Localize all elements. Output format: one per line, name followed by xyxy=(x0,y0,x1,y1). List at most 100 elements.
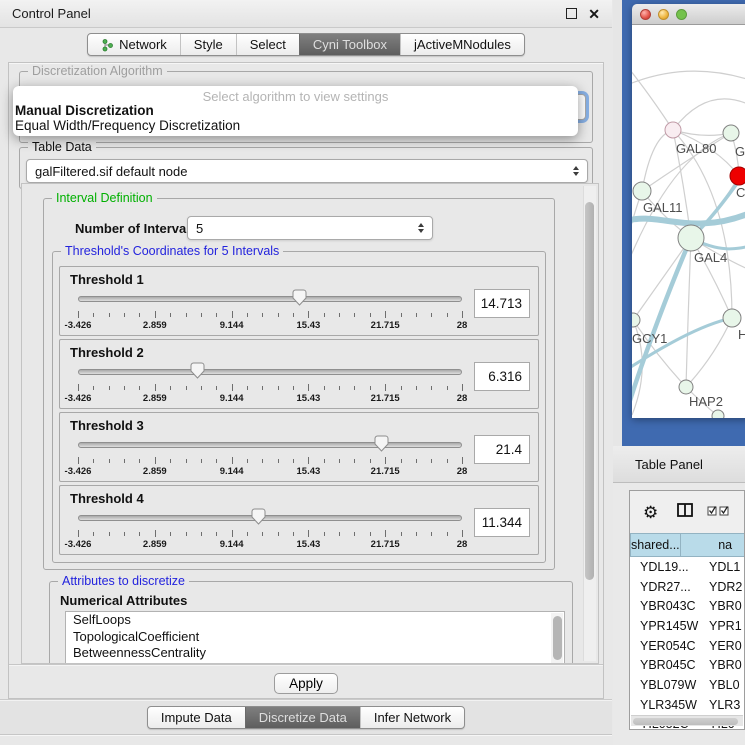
table-cell[interactable]: YER0 xyxy=(703,636,744,656)
tab-label: Style xyxy=(194,37,223,52)
table-row[interactable]: YER054CYER0 xyxy=(630,636,744,656)
threshold-value-field[interactable]: 11.344 xyxy=(474,508,530,537)
threshold-slider[interactable]: -3.4262.8599.14415.4321.71528 xyxy=(78,362,462,408)
close-icon[interactable]: ✕ xyxy=(588,9,600,19)
attribute-list-item[interactable]: TopologicalCoefficient xyxy=(66,629,564,646)
node-label: H xyxy=(738,327,745,342)
table-cell[interactable]: YDL19... xyxy=(630,557,703,577)
attribute-list-item[interactable]: SelfLoops xyxy=(66,612,564,629)
table-row[interactable]: YDL19...YDL1 xyxy=(630,557,744,577)
threshold-value-field[interactable]: 14.713 xyxy=(474,289,530,318)
table-cell[interactable]: YBL079W xyxy=(630,675,703,695)
float-window-icon[interactable] xyxy=(566,8,577,19)
network-node[interactable] xyxy=(632,313,640,327)
numerical-attributes-list[interactable]: SelfLoopsTopologicalCoefficientBetweenne… xyxy=(65,611,565,664)
network-edge[interactable] xyxy=(632,191,642,255)
table-cell[interactable]: YBR0 xyxy=(703,596,744,616)
table-panel: ⚙ xyxy=(629,490,745,730)
vertical-scrollbar-thumb[interactable] xyxy=(585,202,594,580)
checkbox-icon[interactable] xyxy=(707,503,718,521)
horizontal-scrollbar[interactable] xyxy=(631,715,743,726)
network-node[interactable] xyxy=(712,410,724,418)
gear-icon[interactable]: ⚙ xyxy=(643,504,658,521)
threshold-value-field[interactable]: 21.4 xyxy=(474,435,530,464)
tab-jactivemnodules[interactable]: jActiveMNodules xyxy=(400,34,524,55)
table-cell[interactable]: YLR345W xyxy=(630,695,703,715)
threshold-slider[interactable]: -3.4262.8599.14415.4321.71528 xyxy=(78,508,462,554)
table-cell[interactable]: YLR3 xyxy=(703,695,744,715)
node-label: C xyxy=(736,185,745,200)
table-cell[interactable]: YDR2 xyxy=(703,577,744,597)
table-cell[interactable]: YBR043C xyxy=(630,596,703,616)
dropdown-item-equal-width-frequency[interactable]: Equal Width/Frequency Discretization xyxy=(13,118,578,133)
tab-select[interactable]: Select xyxy=(236,34,299,55)
network-edge[interactable] xyxy=(686,238,691,387)
network-edge[interactable] xyxy=(632,71,745,85)
column-header-name[interactable]: na xyxy=(681,533,745,557)
network-desktop: GAL80GACGAL11GAL4GCY1HHAP2 xyxy=(622,0,745,446)
apply-button[interactable]: Apply xyxy=(274,673,338,694)
columns-icon[interactable] xyxy=(677,503,693,522)
minimize-button[interactable] xyxy=(658,9,669,20)
network-node[interactable] xyxy=(679,380,693,394)
network-node[interactable] xyxy=(723,125,739,141)
checkbox-icon[interactable] xyxy=(719,503,730,521)
network-edge[interactable] xyxy=(686,318,732,387)
network-node[interactable] xyxy=(678,225,704,251)
network-node[interactable] xyxy=(730,167,745,185)
network-node[interactable] xyxy=(723,309,741,327)
network-edge[interactable] xyxy=(642,130,673,191)
table-cell[interactable]: YBR045C xyxy=(630,655,703,675)
list-scrollbar[interactable] xyxy=(551,613,563,664)
slider-thumb[interactable] xyxy=(251,508,266,525)
table-cell[interactable]: YBL0 xyxy=(703,675,744,695)
network-window-titlebar xyxy=(632,4,745,25)
tab-cyni-toolbox[interactable]: Cyni Toolbox xyxy=(299,34,400,55)
zoom-button[interactable] xyxy=(676,9,687,20)
dropdown-item-manual-discretization[interactable]: Manual Discretization xyxy=(13,103,578,118)
threshold-slider[interactable]: -3.4262.8599.14415.4321.71528 xyxy=(78,289,462,335)
threshold-value-field[interactable]: 6.316 xyxy=(474,362,530,391)
table-cell[interactable]: YER054C xyxy=(630,636,703,656)
table-data-select[interactable]: galFiltered.sif default node xyxy=(26,159,588,183)
tab-impute-data[interactable]: Impute Data xyxy=(148,707,245,728)
network-edge[interactable] xyxy=(673,130,731,135)
list-scrollbar-thumb[interactable] xyxy=(553,616,562,660)
table-row[interactable]: YPR145WYPR1 xyxy=(630,616,744,636)
number-of-intervals-select[interactable]: 5 xyxy=(187,216,433,240)
slider-track[interactable] xyxy=(78,442,462,448)
column-header-shared-name[interactable]: shared... xyxy=(630,533,681,557)
slider-thumb[interactable] xyxy=(292,289,307,306)
network-edge[interactable] xyxy=(632,70,673,130)
slider-track[interactable] xyxy=(78,296,462,302)
attribute-list-item[interactable]: BetweennessCentrality xyxy=(66,645,564,662)
table-cell[interactable]: YPR145W xyxy=(630,616,703,636)
tab-style[interactable]: Style xyxy=(180,34,236,55)
tab-discretize-data[interactable]: Discretize Data xyxy=(245,707,360,728)
network-node[interactable] xyxy=(633,182,651,200)
close-button[interactable] xyxy=(640,9,651,20)
table-cell[interactable]: YDL1 xyxy=(703,557,744,577)
network-canvas[interactable]: GAL80GACGAL11GAL4GCY1HHAP2 xyxy=(632,25,745,418)
table-cell[interactable]: YBR0 xyxy=(703,655,744,675)
slider-thumb[interactable] xyxy=(374,435,389,452)
table-rows: YDL19...YDL1YDR27...YDR2YBR043CYBR0YPR14… xyxy=(630,557,744,730)
tab-network[interactable]: Network xyxy=(88,34,180,55)
vertical-scrollbar[interactable] xyxy=(583,186,596,661)
table-cell[interactable]: YPR1 xyxy=(703,616,744,636)
network-node[interactable] xyxy=(665,122,681,138)
tab-infer-network[interactable]: Infer Network xyxy=(360,707,464,728)
table-row[interactable]: YBL079WYBL0 xyxy=(630,675,744,695)
slider-track[interactable] xyxy=(78,515,462,521)
table-data-value: galFiltered.sif default node xyxy=(35,164,187,179)
horizontal-scrollbar-thumb[interactable] xyxy=(633,718,738,725)
control-panel-tabbar: Network Style Select Cyni Toolbox jActiv… xyxy=(0,29,612,60)
table-row[interactable]: YBR043CYBR0 xyxy=(630,596,744,616)
slider-track[interactable] xyxy=(78,369,462,375)
table-row[interactable]: YBR045CYBR0 xyxy=(630,655,744,675)
table-cell[interactable]: YDR27... xyxy=(630,577,703,597)
table-row[interactable]: YDR27...YDR2 xyxy=(630,577,744,597)
threshold-slider[interactable]: -3.4262.8599.14415.4321.71528 xyxy=(78,435,462,481)
table-row[interactable]: YLR345WYLR3 xyxy=(630,695,744,715)
slider-thumb[interactable] xyxy=(190,362,205,379)
